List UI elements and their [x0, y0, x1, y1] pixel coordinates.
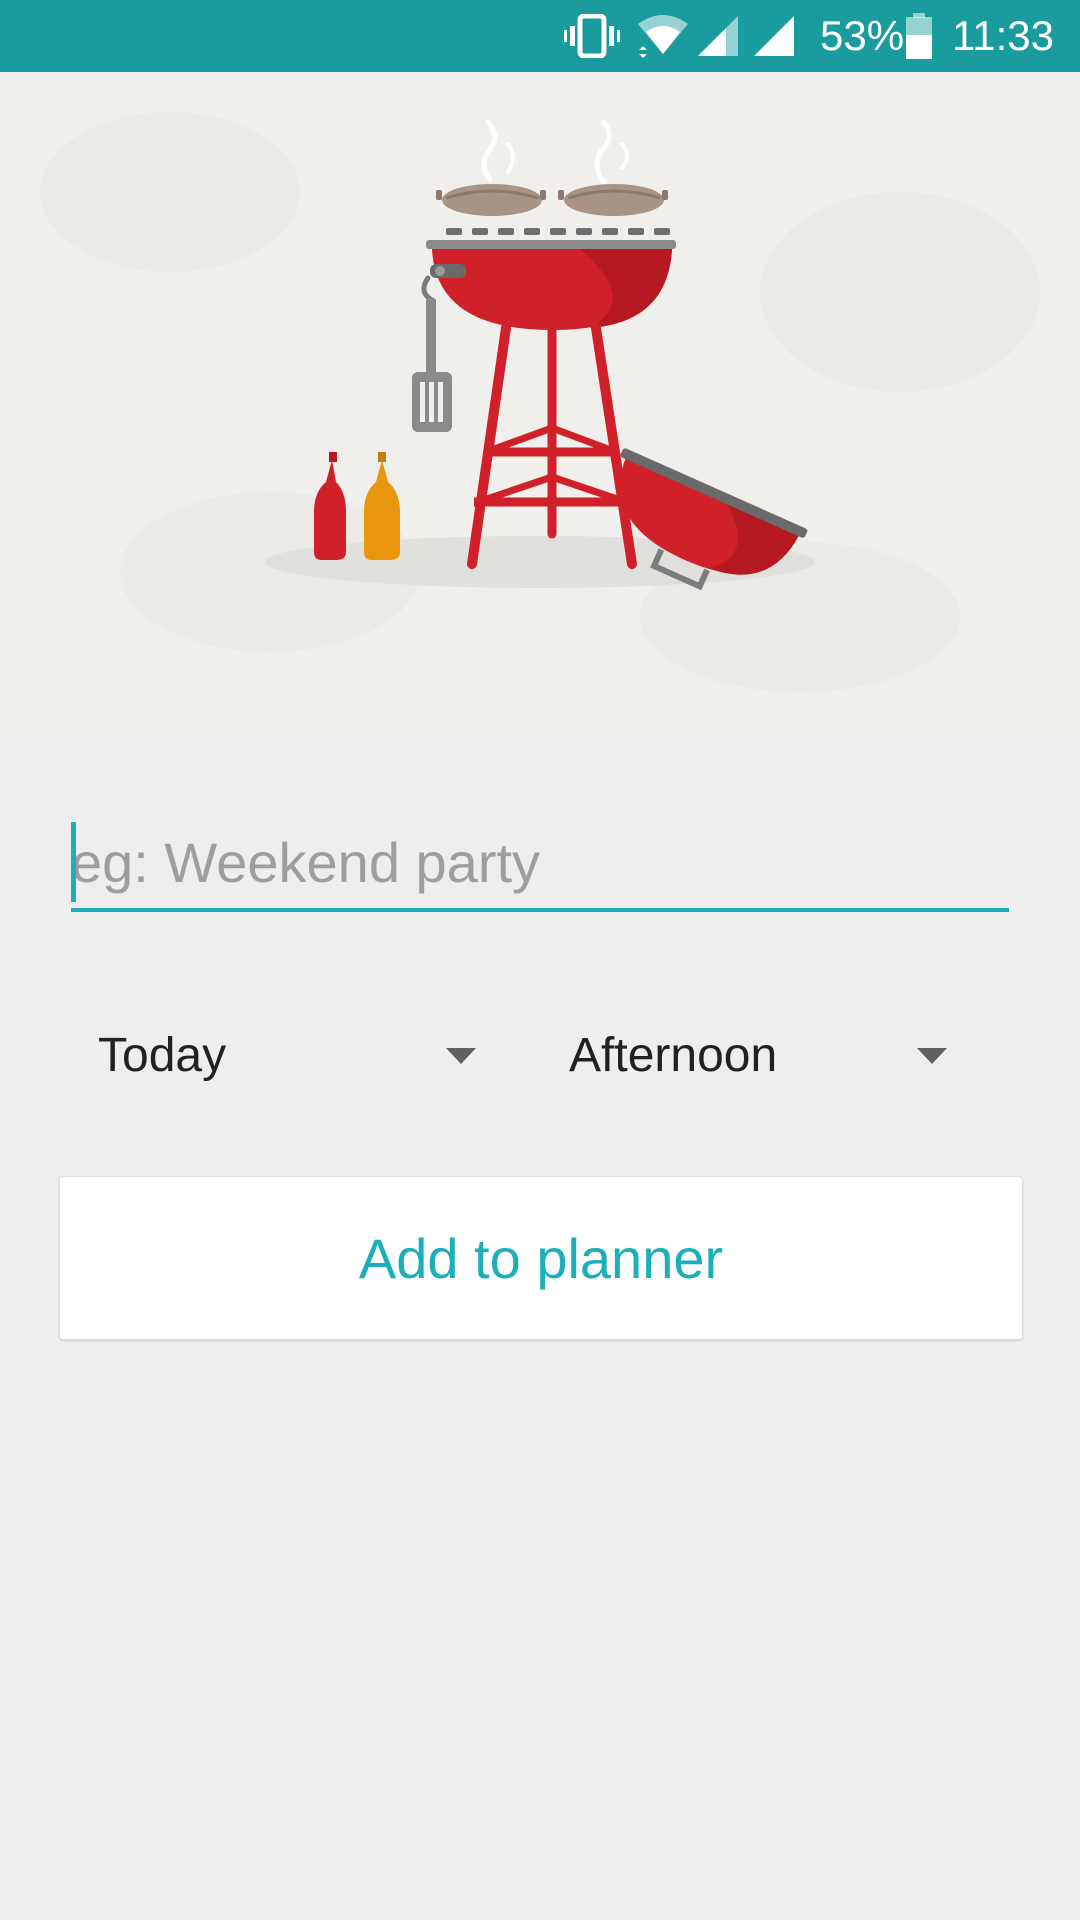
clock: 11:33	[952, 12, 1054, 59]
signal-icon	[752, 0, 796, 72]
add-to-planner-button[interactable]: Add to planner	[59, 1176, 1023, 1340]
event-title-input[interactable]	[71, 820, 1009, 912]
barbecue-grill-illustration	[265, 119, 815, 591]
day-dropdown[interactable]: Today	[98, 1010, 488, 1100]
hero-image	[0, 72, 1080, 732]
text-cursor	[71, 822, 76, 902]
wifi-icon	[636, 0, 690, 72]
dropdown-arrow-icon	[446, 1048, 476, 1064]
day-dropdown-value: Today	[98, 1028, 227, 1082]
time-of-day-dropdown[interactable]: Afternoon	[569, 1010, 959, 1100]
time-dropdown-value: Afternoon	[569, 1028, 778, 1082]
vibrate-icon	[564, 0, 620, 72]
battery-icon	[904, 0, 934, 72]
battery-percent: 53%	[820, 12, 905, 59]
dropdown-arrow-icon	[917, 1048, 947, 1064]
signal-icon	[696, 0, 740, 72]
add-to-planner-label: Add to planner	[358, 1226, 724, 1290]
status-bar: 53% 11:33	[0, 0, 1080, 72]
